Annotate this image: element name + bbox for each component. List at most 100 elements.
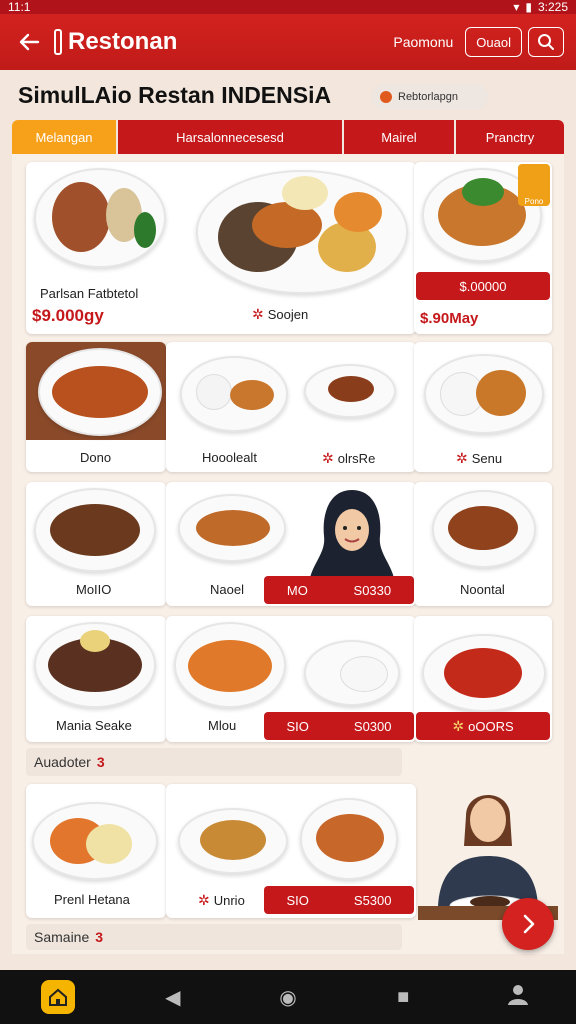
dish-image	[178, 494, 286, 562]
flower-icon: ✲	[322, 450, 334, 466]
tab-melangan[interactable]: Melangan	[12, 120, 116, 154]
triangle-back-icon: ◀	[165, 986, 181, 1009]
dish-price: $9.000gy	[32, 306, 104, 325]
search-button[interactable]	[528, 27, 564, 57]
menu-card-featured[interactable]: Parlsan Fatbtetol $9.000gy ✲ Soojen	[26, 162, 416, 334]
dish-food	[200, 820, 266, 860]
dish-image	[422, 634, 546, 712]
menu-card[interactable]: Noontal	[414, 482, 552, 606]
arrow-left-icon	[19, 33, 40, 51]
menu-card[interactable]: Prenl Hetana	[26, 784, 166, 918]
tab-pranctry[interactable]: Pranctry	[456, 120, 564, 154]
price-button-label: oOORS	[468, 718, 514, 734]
dish-image	[304, 640, 400, 706]
home-button[interactable]	[40, 980, 75, 1014]
dish-image	[32, 802, 158, 880]
menu-card[interactable]: Pono $.00000 $.90May	[414, 162, 552, 334]
filter-chip[interactable]: Ouaol	[465, 27, 522, 57]
dish-rice	[340, 656, 388, 692]
price-button[interactable]: MO S0330	[264, 576, 414, 604]
flower-icon: ✲	[252, 306, 264, 322]
section-title: Auadoter	[34, 754, 91, 770]
chevron-right-icon	[523, 914, 535, 934]
square-recents-icon: ■	[397, 985, 410, 1008]
dish-food	[448, 506, 518, 550]
pin-icon	[380, 91, 392, 103]
dish-name-text: olrsRe	[337, 451, 376, 466]
woman-hijab-icon	[310, 490, 394, 578]
section-title: Samaine	[34, 929, 90, 945]
home-nav-button[interactable]: ◉	[271, 985, 305, 1010]
dish-food	[444, 648, 522, 698]
menu-card[interactable]: Hooolealt ✲ olrsRe	[166, 342, 416, 472]
dish-name: Mania Seake	[56, 718, 132, 733]
dish-food	[86, 824, 132, 864]
back-button[interactable]	[12, 25, 46, 59]
dish-image	[26, 342, 166, 440]
location-chip[interactable]: Rebtorlapgn	[372, 84, 488, 110]
dish-image	[432, 490, 536, 568]
next-button[interactable]	[502, 898, 554, 950]
status-bar: 11:1 ▾ ▮ 3:225	[0, 0, 576, 14]
profile-nav-button[interactable]	[501, 982, 535, 1012]
dish-name: ✲ Senu	[456, 450, 502, 467]
user-icon	[508, 985, 529, 1005]
dish-image	[196, 170, 408, 294]
dish-food	[52, 182, 110, 252]
price-button-price: S5300	[353, 892, 392, 908]
menu-card[interactable]: MoIIO	[26, 482, 166, 606]
dish-image	[180, 356, 288, 432]
price-button[interactable]: $.00000	[416, 272, 550, 300]
tab-mairel[interactable]: Mairel	[344, 120, 454, 154]
dish-garnish	[80, 630, 110, 652]
dish-image	[34, 622, 156, 708]
tab-harsalon[interactable]: Harsalonnecesesd	[118, 120, 342, 154]
price-button-size: MO	[286, 582, 308, 598]
dish-name: ✲ olrsRe	[322, 450, 375, 467]
dish-food	[52, 366, 148, 418]
dish-food	[334, 192, 382, 232]
chef-badge-label: Pono	[524, 197, 544, 206]
section-count: 3	[95, 929, 104, 945]
dish-name: Mlou	[208, 718, 237, 733]
dish-garnish	[134, 212, 156, 248]
dish-name: MoIIO	[76, 582, 112, 597]
recents-nav-button[interactable]: ■	[386, 986, 420, 1009]
price-button[interactable]: SIO S0300	[264, 712, 414, 740]
dish-image	[304, 364, 396, 418]
dish-name-text: Soojen	[267, 307, 309, 322]
menu-card[interactable]: ✲ oOORS	[414, 616, 552, 742]
dish-food	[50, 504, 140, 556]
price-button-size: SIO	[286, 718, 309, 734]
dish-food	[316, 814, 384, 862]
signal-icon: ▮	[525, 0, 532, 14]
menu-card[interactable]: Mania Seake	[26, 616, 166, 742]
dish-image	[34, 168, 166, 268]
menu-card[interactable]: ✲ Senu	[414, 342, 552, 472]
section-header: Samaine 3	[26, 924, 402, 950]
woman-eating-icon	[418, 795, 558, 920]
section-header: Auadoter 3	[26, 748, 402, 776]
price-button-size: SIO	[286, 892, 309, 908]
chef-badge: Pono	[518, 164, 550, 206]
status-icons: ▾ ▮ 3:225	[513, 0, 568, 14]
status-time: 11:1	[8, 0, 31, 14]
dish-price: $.90May	[420, 310, 479, 327]
dish-rice	[196, 374, 232, 410]
price-button-price: S0300	[353, 718, 392, 734]
flower-icon: ✲	[198, 892, 210, 908]
location-chip-label: Rebtorlapgn	[398, 91, 458, 103]
page-title: SimulLAio Restan INDENSiA	[18, 82, 332, 108]
price-button-price: S0330	[353, 582, 392, 598]
menu-card[interactable]: Dono	[26, 342, 166, 472]
back-nav-button[interactable]: ◀	[156, 985, 190, 1010]
dish-food	[188, 640, 272, 692]
price-button[interactable]: SIO S5300	[264, 886, 414, 914]
dish-garnish	[462, 178, 504, 206]
price-button[interactable]: ✲ oOORS	[416, 712, 550, 740]
brand-logo-icon	[54, 29, 62, 55]
app-title: Restonan	[68, 28, 178, 55]
dish-image	[300, 798, 398, 880]
status-clock: 3:225	[537, 0, 568, 14]
menu-link[interactable]: Paomonu	[393, 34, 453, 50]
